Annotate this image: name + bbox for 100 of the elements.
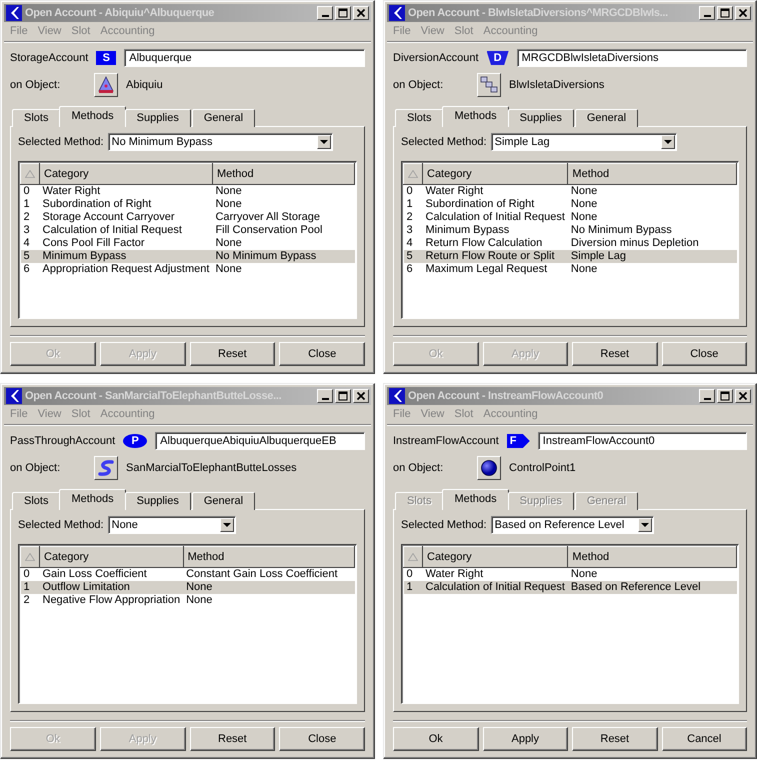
sort-icon [25,170,35,178]
table-row[interactable]: 2 Storage Account Carryover Carryover All Storage [20,211,354,224]
minimize-button[interactable] [317,6,333,20]
table-row[interactable]: 0 Water Right None [404,568,736,581]
tab[interactable]: General [574,109,638,127]
table-row[interactable]: 1 Calculation of Initial Request Based on Reference Level [404,581,736,594]
dropdown-arrow-icon [222,522,231,528]
sort-icon [408,170,418,178]
object-button[interactable] [477,456,501,480]
sort-column-header[interactable] [404,546,422,568]
table-row[interactable]: 0 Water Right None [404,184,736,198]
tab[interactable]: Slots [12,492,60,510]
minimize-button[interactable] [317,389,333,403]
object-button[interactable] [477,73,501,97]
dialog-button[interactable]: Close [279,342,365,366]
method-cell: None [568,184,736,198]
table-row[interactable]: 6 Appropriation Request Adjustment None [20,263,354,276]
column-header[interactable]: Category [422,164,568,184]
method-cell: None [568,263,736,276]
minimize-icon [322,398,328,400]
table-row[interactable]: 4 Cons Pool Fill Factor None [20,237,354,250]
account-type-badge: D [486,51,509,65]
account-name-field[interactable]: InstreamFlowAccount0 [538,432,747,450]
object-button[interactable] [94,73,118,97]
dialog-button[interactable]: Ok [393,727,478,751]
table-row[interactable]: 1 Outflow Limitation None [20,581,354,594]
tab[interactable]: Methods [442,106,509,127]
sort-column-header[interactable] [20,164,40,184]
tab[interactable]: General [192,109,256,127]
method-dropdown[interactable]: No Minimum Bypass [108,133,333,151]
method-dropdown[interactable]: Simple Lag [490,133,677,151]
account-name-field[interactable]: MRGCDBlwIsletaDiversions [516,49,747,67]
table-row[interactable]: 3 Minimum Bypass No Minimum Bypass [404,224,736,237]
close-button[interactable] [735,389,751,403]
method-dropdown[interactable]: None [108,516,236,534]
tab[interactable]: Slots [395,109,444,127]
close-button[interactable] [353,6,369,20]
sort-column-header[interactable] [20,546,40,568]
method-dropdown[interactable]: Based on Reference Level [490,516,654,534]
minimize-icon [704,15,710,17]
account-name-field[interactable]: Albuquerque [124,49,365,67]
boxes-icon [480,76,498,94]
maximize-button[interactable] [335,389,351,403]
tab[interactable]: Methods [59,489,126,510]
category-cell: Water Right [422,568,568,581]
maximize-button[interactable] [335,6,351,20]
tab[interactable]: Supplies [124,492,191,510]
account-type-label: InstreamFlowAccount [393,435,499,447]
table-row[interactable]: 0 Gain Loss Coefficient Constant Gain Loss Coefficient [20,568,354,581]
method-cell-text: None [570,211,598,224]
column-header[interactable]: Method [212,164,354,184]
table-row[interactable]: 2 Negative Flow Appropriation None [20,594,354,607]
object-button[interactable] [94,456,118,480]
dialog-button[interactable]: Close [279,727,365,751]
account-type-badge: S [96,51,116,65]
column-header[interactable]: Category [40,164,212,184]
method-cell: None [568,568,736,581]
table-row[interactable]: 3 Calculation of Initial Request Fill Conservation Pool [20,224,354,237]
maximize-button[interactable] [717,6,733,20]
table-row[interactable]: 4 Return Flow Calculation Diversion minus Depletion [404,237,736,250]
account-name-field[interactable]: AlbuquerqueAbiquiuAlbuquerqueEB [155,432,365,450]
dialog-button[interactable]: Reset [572,727,658,751]
category-cell: Cons Pool Fill Factor [40,237,212,250]
table-row[interactable]: 0 Water Right None [20,184,354,198]
tab[interactable]: Slots [12,109,60,127]
tab[interactable]: Supplies [508,109,574,127]
close-button[interactable] [735,6,751,20]
minimize-button[interactable] [699,6,715,20]
row-number: 1 [22,198,31,211]
dialog-button[interactable]: Cancel [662,727,747,751]
tab[interactable]: Supplies [124,109,191,127]
column-header[interactable]: Category [40,546,184,568]
table-row[interactable]: 5 Return Flow Route or Split Simple Lag [404,250,736,263]
table-row[interactable]: 5 Minimum Bypass No Minimum Bypass [20,250,354,263]
column-header[interactable]: Method [568,164,736,184]
dialog-button[interactable]: Close [662,342,747,366]
table-row[interactable]: 1 Subordination of Right None [20,198,354,211]
table-row[interactable]: 6 Maximum Legal Request None [404,263,736,276]
method-cell-text: Fill Conservation Pool [214,224,324,237]
tab[interactable]: General [192,492,256,510]
dialog-button[interactable]: Reset [572,342,658,366]
method-cell: Constant Gain Loss Coefficient [183,568,354,581]
sort-column-header[interactable] [404,164,422,184]
column-header[interactable]: Method [183,546,354,568]
table-row[interactable]: 2 Calculation of Initial Request None [404,211,736,224]
category-cell: Gain Loss Coefficient [40,568,184,581]
column-header[interactable]: Category [422,546,568,568]
object-name: ControlPoint1 [509,462,576,474]
tab[interactable]: Methods [442,489,509,510]
close-button[interactable] [353,389,369,403]
dialog-button[interactable]: Reset [190,727,276,751]
tab[interactable]: Methods [59,106,126,127]
minimize-button[interactable] [699,389,715,403]
table-row[interactable]: 1 Subordination of Right None [404,198,736,211]
selected-method-label: Selected Method: [401,136,487,148]
dialog-button[interactable]: Apply [482,727,568,751]
maximize-button[interactable] [717,389,733,403]
column-header[interactable]: Method [568,546,736,568]
selected-method-label: Selected Method: [401,519,487,531]
dialog-button[interactable]: Reset [190,342,276,366]
